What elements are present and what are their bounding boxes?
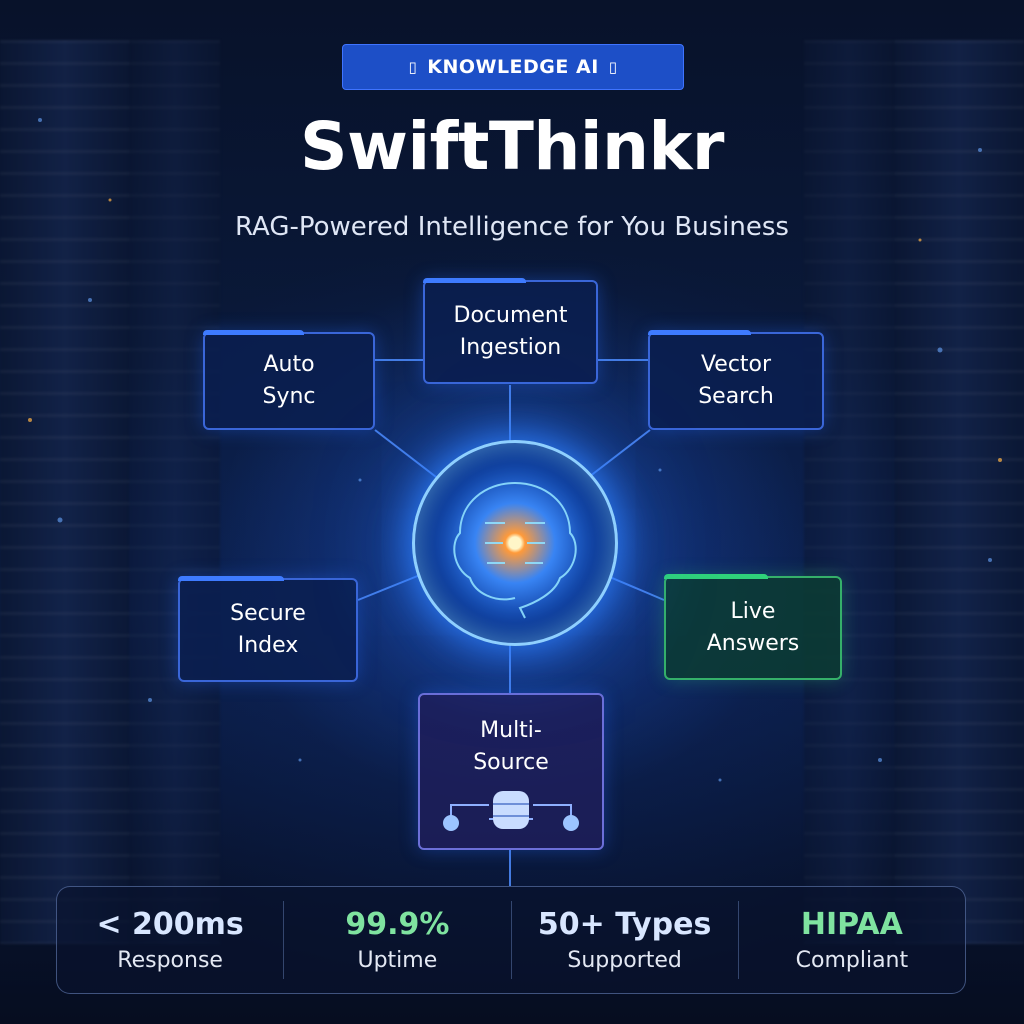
stat-compliance: HIPAA Compliant	[739, 901, 965, 979]
node-label: Live Answers	[706, 599, 800, 656]
node-label: Multi- Source	[473, 718, 549, 775]
category-badge: ▯ KNOWLEDGE AI ▯	[342, 44, 684, 90]
stat-uptime: 99.9% Uptime	[284, 901, 512, 979]
stat-label: Response	[117, 948, 223, 973]
node-label: Vector Search	[698, 352, 774, 409]
node-label: Auto Sync	[262, 352, 316, 409]
node-label: Secure Index	[230, 601, 306, 658]
page-title: SwiftThinkr	[300, 108, 724, 185]
stat-value: 50+ Types	[537, 907, 712, 942]
node-secure-index: Secure Index	[178, 576, 358, 682]
stat-types: 50+ Types Supported	[512, 901, 739, 979]
database-icon	[443, 791, 579, 831]
page-subtitle: RAG-Powered Intelligence for You Busines…	[235, 212, 789, 242]
stat-label: Supported	[567, 948, 682, 973]
node-multi-source: Multi- Source	[418, 693, 604, 850]
node-live-answers: Live Answers	[664, 574, 842, 680]
brain-circuit-icon	[412, 440, 618, 646]
stat-response: < 200ms Response	[57, 901, 285, 979]
stat-value: < 200ms	[96, 907, 244, 942]
badge-left-icon: ▯	[408, 58, 418, 76]
node-vector-search: Vector Search	[648, 330, 824, 430]
stats-bar: < 200ms Response 99.9% Uptime 50+ Types …	[56, 886, 966, 994]
node-label: Document Ingestion	[453, 303, 568, 360]
stat-label: Uptime	[357, 948, 438, 973]
badge-right-icon: ▯	[608, 58, 618, 76]
badge-label: KNOWLEDGE AI	[427, 56, 599, 78]
stat-label: Compliant	[795, 948, 909, 973]
stat-value: HIPAA	[800, 907, 903, 942]
stat-value: 99.9%	[345, 907, 450, 942]
node-auto-sync: Auto Sync	[203, 330, 375, 430]
node-document-ingestion: Document Ingestion	[423, 278, 598, 384]
